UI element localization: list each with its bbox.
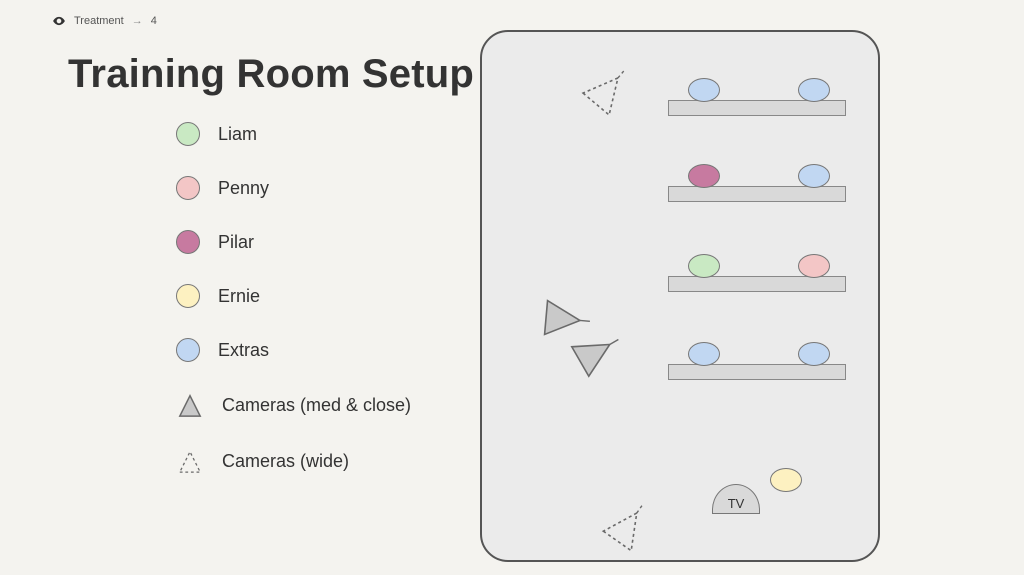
camera-med-close-icon	[570, 328, 620, 378]
legend-item-ernie: Ernie	[176, 284, 411, 308]
legend-item-camera-med-close: Cameras (med & close)	[176, 392, 411, 418]
legend-label: Extras	[218, 340, 269, 361]
legend-label: Liam	[218, 124, 257, 145]
legend-label: Ernie	[218, 286, 260, 307]
legend-label: Cameras (wide)	[222, 451, 349, 472]
legend-item-camera-wide: Cameras (wide)	[176, 448, 411, 474]
desk	[668, 186, 846, 202]
desk	[668, 276, 846, 292]
legend-label: Pilar	[218, 232, 254, 253]
seat-pilar	[688, 164, 720, 188]
tv: TV	[712, 484, 760, 514]
circle-icon	[176, 230, 200, 254]
legend-item-penny: Penny	[176, 176, 411, 200]
desk	[668, 100, 846, 116]
seat-extras	[688, 342, 720, 366]
visibility-icon	[52, 14, 66, 28]
camera-wide-icon	[582, 66, 632, 116]
seat-extras	[798, 164, 830, 188]
circle-icon	[176, 338, 200, 362]
breadcrumb-page[interactable]: 4	[151, 15, 157, 27]
page-title: Training Room Setup	[68, 52, 474, 97]
circle-icon	[176, 176, 200, 200]
seat-liam	[688, 254, 720, 278]
seat-extras	[688, 78, 720, 102]
legend-item-extras: Extras	[176, 338, 411, 362]
arrow-right-icon: →	[132, 15, 143, 27]
legend-label: Penny	[218, 178, 269, 199]
seat-penny	[798, 254, 830, 278]
legend: Liam Penny Pilar Ernie Extras Cameras (m…	[176, 122, 411, 474]
desk	[668, 364, 846, 380]
breadcrumb: Treatment → 4	[52, 14, 157, 28]
legend-item-liam: Liam	[176, 122, 411, 146]
breadcrumb-section[interactable]: Treatment	[74, 15, 124, 27]
room-floorplan: TV	[480, 30, 880, 562]
seat-ernie	[770, 468, 802, 492]
legend-item-pilar: Pilar	[176, 230, 411, 254]
seat-extras	[798, 342, 830, 366]
camera-wide-icon	[176, 448, 204, 474]
camera-wide-icon	[602, 502, 652, 552]
seat-extras	[798, 78, 830, 102]
camera-solid-icon	[176, 392, 204, 418]
legend-label: Cameras (med & close)	[222, 395, 411, 416]
circle-icon	[176, 122, 200, 146]
circle-icon	[176, 284, 200, 308]
